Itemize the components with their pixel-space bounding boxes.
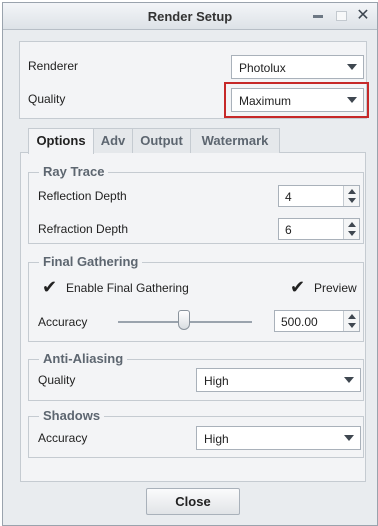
quality-select-highlight bbox=[224, 82, 369, 118]
refraction-depth-value: 6 bbox=[285, 223, 292, 237]
refraction-depth-label: Refraction Depth bbox=[38, 222, 129, 236]
accuracy-label: Accuracy bbox=[38, 315, 88, 329]
shadows-accuracy-value: High bbox=[204, 432, 229, 446]
arrow-down-icon[interactable] bbox=[348, 198, 356, 203]
aa-quality-select[interactable]: High bbox=[196, 368, 361, 392]
spinner-buttons[interactable] bbox=[343, 186, 359, 206]
arrow-up-icon[interactable] bbox=[348, 222, 356, 227]
aa-quality-label: Quality bbox=[38, 373, 76, 387]
tab-adv[interactable]: Adv bbox=[93, 128, 133, 153]
close-button[interactable]: Close bbox=[146, 488, 240, 515]
preview-checkbox[interactable]: ✔ bbox=[290, 278, 308, 296]
chevron-down-icon bbox=[344, 435, 354, 441]
accuracy-spinner[interactable]: 500.00 bbox=[274, 310, 360, 332]
shadows-title: Shadows bbox=[39, 408, 105, 423]
ray-trace-title: Ray Trace bbox=[39, 164, 109, 179]
anti-aliasing-title: Anti-Aliasing bbox=[39, 351, 128, 366]
reflection-depth-value: 4 bbox=[285, 190, 292, 204]
tab-options[interactable]: Options bbox=[28, 128, 94, 154]
final-gathering-title: Final Gathering bbox=[39, 254, 143, 269]
spinner-buttons[interactable] bbox=[343, 311, 359, 331]
arrow-up-icon[interactable] bbox=[348, 189, 356, 194]
renderer-select-value: Photolux bbox=[239, 61, 286, 75]
accuracy-value: 500.00 bbox=[281, 315, 318, 329]
renderer-select[interactable]: Photolux bbox=[231, 55, 364, 79]
spinner-buttons[interactable] bbox=[343, 219, 359, 239]
quality-label: Quality bbox=[28, 92, 66, 106]
arrow-down-icon[interactable] bbox=[348, 323, 356, 328]
tab-watermark[interactable]: Watermark bbox=[190, 128, 280, 153]
arrow-up-icon[interactable] bbox=[348, 314, 356, 319]
enable-final-gathering-checkbox[interactable]: ✔ bbox=[42, 278, 60, 296]
minimize-icon[interactable] bbox=[313, 15, 323, 18]
shadows-accuracy-label: Accuracy bbox=[38, 431, 88, 445]
chevron-down-icon bbox=[344, 377, 354, 383]
shadows-accuracy-select[interactable]: High bbox=[196, 426, 361, 450]
reflection-depth-spinner[interactable]: 4 bbox=[278, 185, 360, 207]
maximize-icon[interactable] bbox=[336, 11, 347, 21]
reflection-depth-label: Reflection Depth bbox=[38, 189, 127, 203]
preview-label: Preview bbox=[314, 281, 357, 295]
accuracy-slider-thumb[interactable] bbox=[178, 310, 190, 330]
chevron-down-icon bbox=[347, 64, 357, 70]
renderer-label: Renderer bbox=[28, 59, 79, 73]
enable-final-gathering-label: Enable Final Gathering bbox=[66, 281, 189, 295]
aa-quality-value: High bbox=[204, 374, 229, 388]
tab-output[interactable]: Output bbox=[132, 128, 191, 153]
refraction-depth-spinner[interactable]: 6 bbox=[278, 218, 360, 240]
title-bar[interactable]: Render Setup ✕ bbox=[3, 3, 377, 30]
close-icon[interactable]: ✕ bbox=[354, 7, 372, 25]
arrow-down-icon[interactable] bbox=[348, 231, 356, 236]
